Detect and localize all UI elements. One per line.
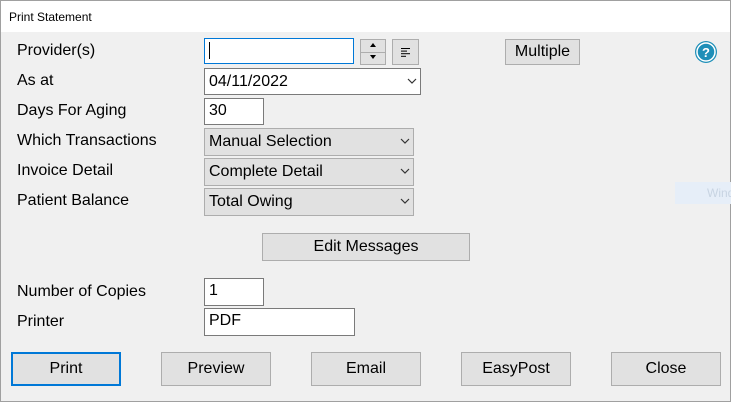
- background-window-fragment: Wind: [675, 182, 731, 204]
- spin-down-button[interactable]: [361, 52, 385, 64]
- patient-balance-label: Patient Balance: [17, 192, 130, 209]
- which-transactions-value: Manual Selection: [209, 133, 332, 150]
- print-statement-window: Print Statement Provider(s) Multiple ? A…: [0, 0, 731, 402]
- text-caret: [209, 42, 210, 59]
- multiple-button[interactable]: Multiple: [505, 39, 580, 65]
- svg-text:?: ?: [702, 45, 710, 60]
- as-at-label: As at: [17, 72, 54, 89]
- easypost-button[interactable]: EasyPost: [461, 352, 571, 386]
- chevron-down-icon: [407, 78, 417, 84]
- providers-spinner[interactable]: [360, 39, 386, 65]
- as-at-date-picker[interactable]: 04/11/2022: [204, 68, 421, 95]
- patient-balance-value: Total Owing: [209, 193, 293, 210]
- which-transactions-label: Which Transactions: [17, 132, 157, 149]
- printer-label: Printer: [17, 313, 65, 330]
- preview-button[interactable]: Preview: [161, 352, 271, 386]
- invoice-detail-label: Invoice Detail: [17, 162, 114, 179]
- close-button[interactable]: Close: [611, 352, 721, 386]
- invoice-detail-select[interactable]: Complete Detail: [204, 158, 414, 186]
- text-align-button[interactable]: [392, 39, 419, 65]
- chevron-down-icon: [400, 198, 410, 204]
- which-transactions-select[interactable]: Manual Selection: [204, 128, 414, 156]
- title-bar: Print Statement: [1, 1, 730, 32]
- window-title: Print Statement: [9, 10, 92, 24]
- providers-input[interactable]: [204, 38, 354, 64]
- align-left-icon: [401, 48, 410, 57]
- days-for-aging-label: Days For Aging: [17, 102, 127, 119]
- edit-messages-button[interactable]: Edit Messages: [262, 233, 470, 261]
- spin-down-icon: [370, 55, 376, 59]
- chevron-down-icon: [400, 168, 410, 174]
- printer-input[interactable]: PDF: [204, 308, 355, 336]
- spin-up-icon: [370, 43, 376, 47]
- chevron-down-icon: [400, 138, 410, 144]
- email-button[interactable]: Email: [311, 352, 421, 386]
- invoice-detail-value: Complete Detail: [209, 163, 323, 180]
- print-button[interactable]: Print: [11, 352, 121, 386]
- patient-balance-select[interactable]: Total Owing: [204, 188, 414, 216]
- help-icon[interactable]: ?: [694, 40, 718, 64]
- days-for-aging-input[interactable]: 30: [204, 98, 264, 125]
- providers-label: Provider(s): [17, 42, 96, 59]
- number-of-copies-label: Number of Copies: [17, 283, 146, 300]
- number-of-copies-input[interactable]: 1: [204, 278, 264, 306]
- as-at-value: 04/11/2022: [209, 73, 288, 90]
